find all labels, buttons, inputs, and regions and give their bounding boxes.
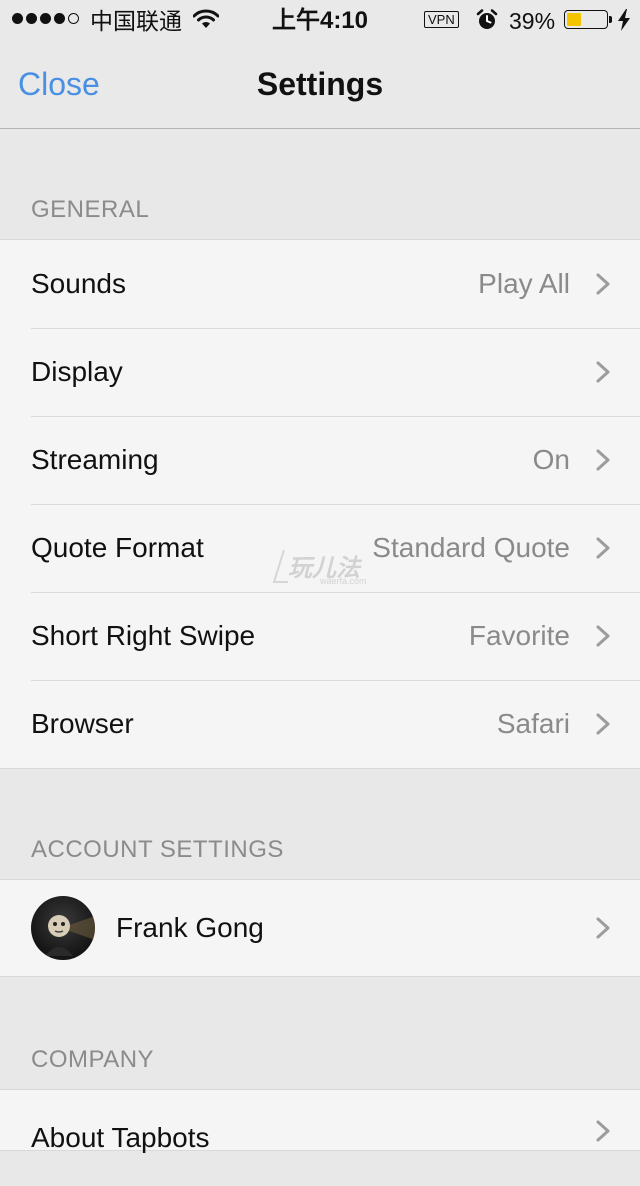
section-header-company: COMPANY bbox=[0, 977, 640, 1089]
row-label: Short Right Swipe bbox=[31, 620, 256, 651]
row-label: About Tapbots bbox=[31, 1122, 210, 1153]
about-tapbots-row[interactable]: About Tapbots bbox=[0, 1090, 640, 1153]
row-value: Favorite bbox=[468, 620, 570, 651]
navigation-bar: Close Settings bbox=[0, 40, 640, 129]
row-label: Display bbox=[31, 356, 123, 387]
streaming-row[interactable]: Streaming On bbox=[0, 416, 640, 504]
account-user-name: Frank Gong bbox=[116, 912, 264, 943]
avatar bbox=[31, 896, 95, 960]
battery-cap bbox=[609, 16, 612, 23]
row-label: Quote Format bbox=[31, 532, 204, 563]
section-header-account: ACCOUNT SETTINGS bbox=[0, 769, 640, 879]
chevron-right-icon bbox=[596, 449, 610, 471]
section-header-general: GENERAL bbox=[0, 129, 640, 239]
battery-icon bbox=[564, 10, 608, 29]
section-header-label: COMPANY bbox=[31, 1046, 155, 1073]
row-label: Browser bbox=[31, 708, 134, 739]
charging-bolt-icon bbox=[617, 9, 631, 36]
chevron-right-icon bbox=[596, 537, 610, 559]
battery-level-fill bbox=[567, 13, 581, 26]
section-header-label: ACCOUNT SETTINGS bbox=[31, 836, 284, 863]
chevron-right-icon bbox=[596, 273, 610, 295]
chevron-right-icon bbox=[596, 361, 610, 383]
account-row[interactable]: Frank Gong bbox=[0, 880, 640, 976]
chevron-right-icon bbox=[596, 1120, 610, 1142]
account-group: Frank Gong bbox=[0, 879, 640, 977]
alarm-clock-icon bbox=[476, 9, 498, 36]
chevron-right-icon bbox=[596, 625, 610, 647]
row-value: Safari bbox=[496, 708, 570, 739]
settings-list[interactable]: GENERAL Sounds Play All Display Streamin… bbox=[0, 129, 640, 1153]
row-label: Sounds bbox=[31, 268, 126, 299]
sounds-row[interactable]: Sounds Play All bbox=[0, 240, 640, 328]
battery-percent: 39% bbox=[509, 8, 556, 34]
quote-format-row[interactable]: Quote Format Standard Quote bbox=[0, 504, 640, 592]
company-group: About Tapbots bbox=[0, 1089, 640, 1153]
chevron-right-icon bbox=[596, 917, 610, 939]
display-row[interactable]: Display bbox=[0, 328, 640, 416]
short-right-swipe-row[interactable]: Short Right Swipe Favorite bbox=[0, 592, 640, 680]
browser-row[interactable]: Browser Safari bbox=[0, 680, 640, 768]
status-bar: 中国联通 上午4:10 VPN 39% bbox=[0, 0, 640, 40]
row-value: Standard Quote bbox=[372, 532, 570, 563]
row-label: Streaming bbox=[31, 444, 159, 475]
section-header-label: GENERAL bbox=[31, 196, 150, 223]
vpn-badge: VPN bbox=[424, 11, 459, 28]
general-group: Sounds Play All Display Streaming On Quo… bbox=[0, 239, 640, 769]
row-value: Play All bbox=[478, 268, 570, 299]
row-value: On bbox=[532, 444, 570, 475]
page-title: Settings bbox=[256, 66, 384, 102]
chevron-right-icon bbox=[596, 713, 610, 735]
